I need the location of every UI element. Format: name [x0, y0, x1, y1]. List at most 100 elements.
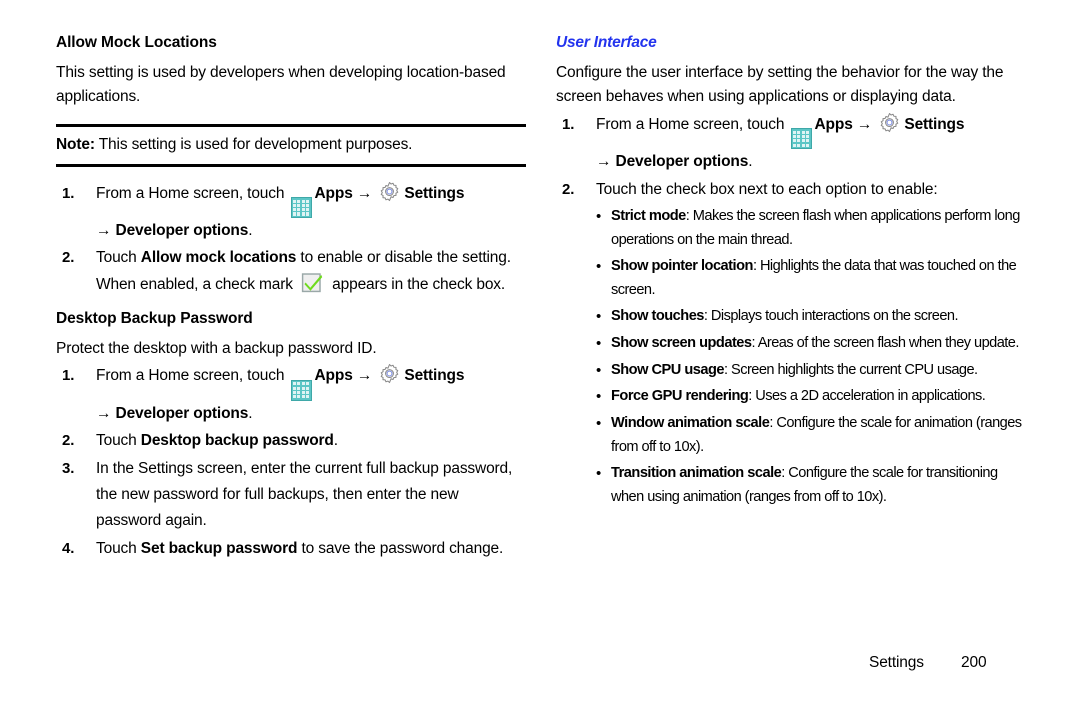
list-item: Transition animation scale: Configure th… — [596, 462, 1026, 509]
arrow-icon: → — [356, 184, 373, 202]
step-number: 4. — [62, 539, 75, 557]
arrow-icon: → — [856, 115, 873, 133]
settings-label: Settings — [404, 184, 465, 202]
list-item: Show CPU usage: Screen highlights the cu… — [596, 359, 1026, 383]
note-text: Note: This setting is used for developme… — [56, 135, 526, 156]
option-term: Show touches — [611, 308, 704, 325]
section-heading-allow-mock-locations: Allow Mock Locations — [56, 34, 217, 51]
step-item: 1. From a Home screen, touch Apps → Sett… — [556, 112, 1026, 176]
right-column: User Interface Configure the user interf… — [556, 34, 1026, 513]
step-substep: → Developer options. — [96, 401, 526, 427]
step-lead: In the Settings screen, enter the curren… — [96, 459, 513, 530]
step-lead: Touch — [96, 432, 141, 450]
option-desc: : Areas of the screen flash when they up… — [751, 335, 1020, 352]
step-number: 1. — [62, 184, 75, 202]
desktop-backup-password-steps: 1. From a Home screen, touch Apps → Sett… — [56, 363, 526, 561]
step-substep: → Developer options. — [96, 218, 526, 244]
apps-grid-icon — [290, 379, 312, 401]
option-desc: : Displays touch interactions on the scr… — [703, 308, 959, 325]
step-item: 1. From a Home screen, touch Apps → Sett… — [56, 181, 526, 245]
step-lead: Touch — [96, 539, 141, 557]
substep-tail: . — [748, 153, 753, 171]
arrow-icon: → — [96, 404, 112, 422]
user-interface-steps: 1. From a Home screen, touch Apps → Sett… — [556, 112, 1026, 510]
option-term: Force GPU rendering — [611, 388, 749, 405]
apps-grid-icon — [790, 128, 812, 150]
arrow-icon: → — [356, 367, 373, 385]
step-item: 2. Touch Allow mock locations to enable … — [56, 245, 526, 298]
desktop-backup-password-label: Desktop backup password — [140, 432, 334, 450]
step-lead: From a Home screen, touch — [96, 367, 289, 385]
gear-icon — [381, 364, 399, 384]
option-desc: : Uses a 2D acceleration in applications… — [748, 388, 986, 405]
allow-mock-locations-steps: 1. From a Home screen, touch Apps → Sett… — [56, 181, 526, 298]
step-lead: Touch the check box next to each option … — [596, 180, 938, 198]
section-heading-user-interface: User Interface — [556, 34, 657, 51]
list-item: Show touches: Displays touch interaction… — [596, 305, 1026, 329]
option-term: Strict mode — [611, 207, 686, 224]
step-number: 1. — [62, 367, 75, 385]
gear-icon — [881, 112, 899, 132]
apps-label: Apps — [314, 184, 353, 202]
set-backup-password-label: Set backup password — [140, 539, 298, 557]
note-block: Note: This setting is used for developme… — [56, 123, 526, 167]
apps-label: Apps — [814, 115, 853, 133]
option-term: Window animation scale — [611, 414, 770, 431]
step-lead: Touch — [96, 249, 141, 267]
footer-section-label: Settings — [869, 654, 924, 671]
step-substep: When enabled, a check mark appears in th… — [96, 272, 526, 298]
arrow-icon: → — [596, 153, 612, 171]
footer-page-number: 200 — [961, 654, 987, 671]
list-item: Show pointer location: Highlights the da… — [596, 255, 1026, 302]
apps-label: Apps — [314, 367, 353, 385]
option-term: Show pointer location — [611, 258, 753, 275]
list-item: Show screen updates: Areas of the screen… — [596, 332, 1026, 356]
note-label: Note: — [56, 135, 95, 153]
step-tail: to save the password change. — [297, 539, 504, 557]
allow-mock-locations-label: Allow mock locations — [140, 249, 297, 267]
step-tail: . — [333, 432, 338, 450]
left-column: Allow Mock Locations This setting is use… — [56, 34, 526, 563]
developer-options-bullet-list: Strict mode: Makes the screen flash when… — [596, 205, 1026, 510]
user-interface-intro: Configure the user interface by setting … — [556, 63, 1004, 106]
step-item: 1. From a Home screen, touch Apps → Sett… — [56, 363, 526, 427]
option-term: Show CPU usage — [611, 361, 725, 378]
step-substep: → Developer options. — [596, 149, 1026, 175]
developer-options-label: Developer options — [115, 404, 249, 422]
check-mark-lead: When enabled, a check mark — [96, 275, 297, 293]
note-body: This setting is used for development pur… — [94, 135, 413, 153]
step-item: 4. Touch Set backup password to save the… — [56, 536, 526, 562]
developer-options-label: Developer options — [115, 222, 249, 240]
substep-tail: . — [248, 404, 253, 422]
option-desc: : Screen highlights the current CPU usag… — [724, 361, 978, 378]
settings-label: Settings — [904, 115, 965, 133]
apps-grid-icon — [290, 197, 312, 219]
step-item: 2. Touch the check box next to each opti… — [556, 177, 1026, 510]
step-number: 2. — [62, 249, 75, 267]
desktop-backup-password-intro: Protect the desktop with a backup passwo… — [56, 339, 377, 357]
step-number: 2. — [62, 432, 75, 450]
document-page: Allow Mock Locations This setting is use… — [0, 0, 1080, 720]
developer-options-label: Developer options — [615, 153, 749, 171]
option-term: Transition animation scale — [611, 465, 782, 482]
check-mark-tail: appears in the check box. — [328, 275, 506, 293]
step-number: 2. — [562, 180, 575, 198]
list-item: Strict mode: Makes the screen flash when… — [596, 205, 1026, 252]
step-tail: to enable or disable the setting. — [296, 249, 511, 267]
step-number: 3. — [62, 459, 75, 477]
step-number: 1. — [562, 115, 575, 133]
gear-icon — [381, 181, 399, 201]
option-term: Show screen updates — [611, 335, 752, 352]
arrow-icon: → — [96, 222, 112, 240]
settings-label: Settings — [404, 367, 465, 385]
green-check-icon — [301, 273, 323, 292]
section-heading-desktop-backup-password: Desktop Backup Password — [56, 310, 253, 328]
step-item: 2. Touch Desktop backup password. — [56, 428, 526, 454]
list-item: Window animation scale: Configure the sc… — [596, 412, 1026, 459]
step-lead: From a Home screen, touch — [96, 184, 289, 202]
step-item: 3. In the Settings screen, enter the cur… — [56, 456, 526, 535]
substep-tail: . — [248, 222, 253, 240]
step-lead: From a Home screen, touch — [596, 115, 789, 133]
list-item: Force GPU rendering: Uses a 2D accelerat… — [596, 385, 1026, 409]
allow-mock-locations-intro: This setting is used by developers when … — [56, 63, 506, 106]
